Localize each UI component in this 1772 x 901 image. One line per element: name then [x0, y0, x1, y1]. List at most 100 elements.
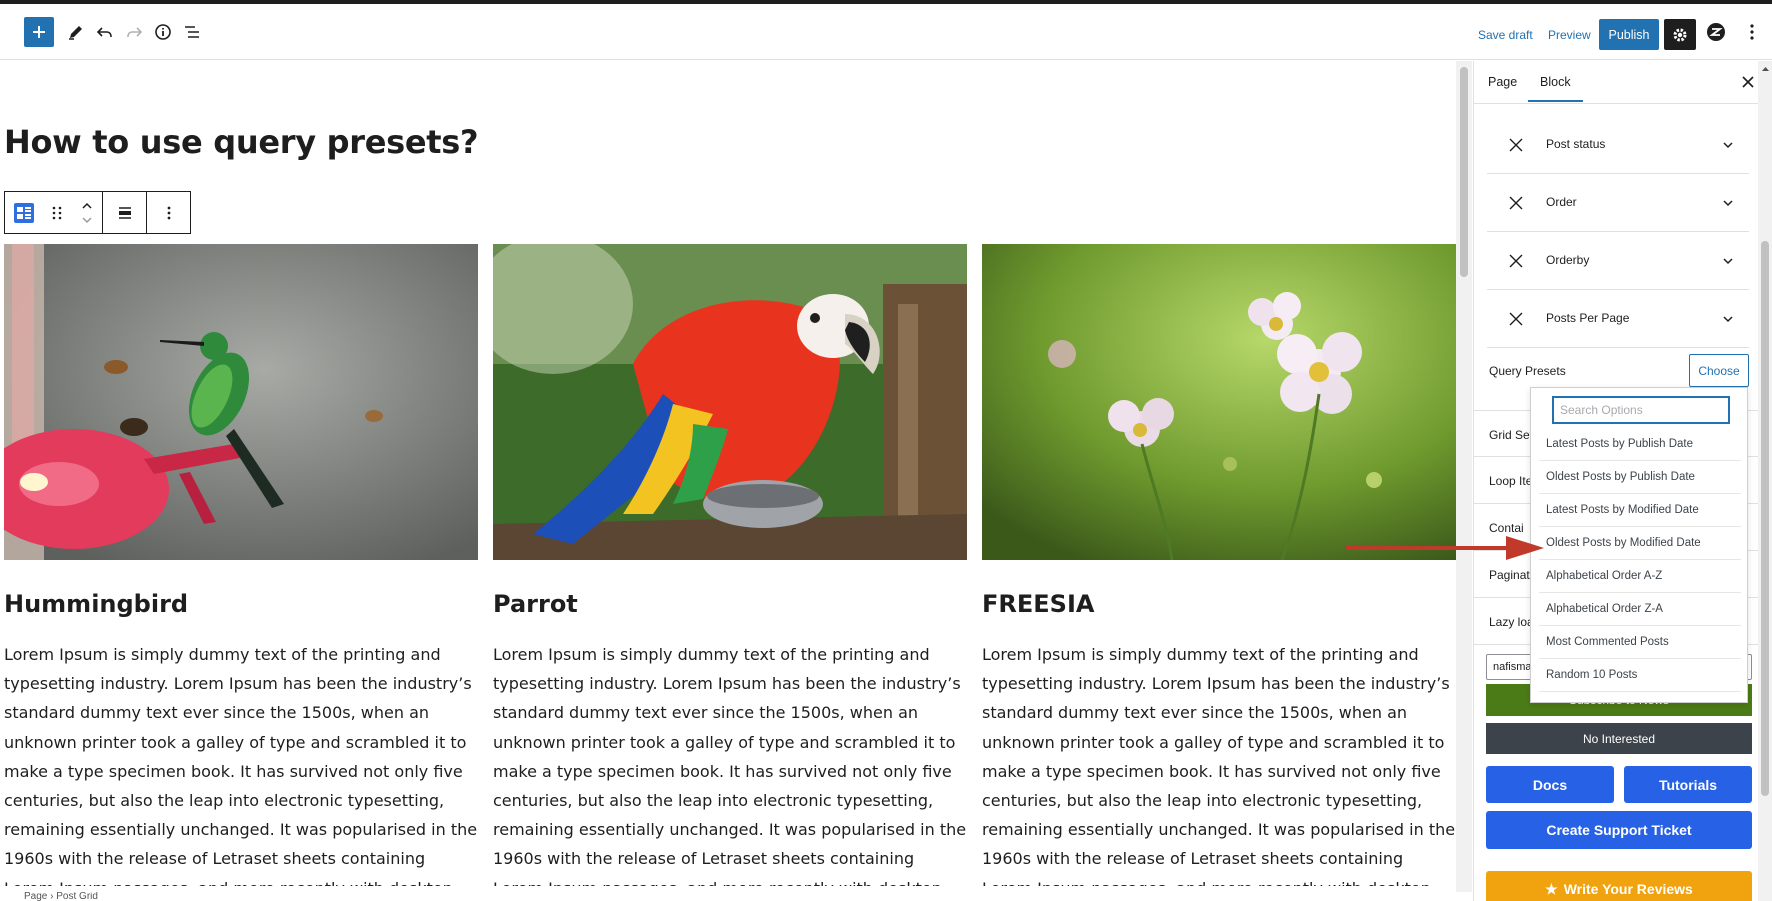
chevron-down-icon: [1723, 258, 1733, 265]
list-view-icon: [185, 26, 199, 38]
sidebar-tabs: Page Block: [1474, 61, 1772, 104]
panel-title: Loop Ite: [1489, 474, 1533, 488]
remove-icon[interactable]: [1507, 194, 1525, 212]
sidebar-scrollbar-thumb[interactable]: [1761, 241, 1769, 796]
hummingbird-image[interactable]: [4, 244, 478, 560]
choose-preset-button[interactable]: Choose: [1689, 354, 1749, 387]
editor-canvas: How to use query presets? Hummingbird Lo…: [0, 61, 1456, 892]
remove-icon[interactable]: [1507, 136, 1525, 154]
breadcrumb-item[interactable]: Post Grid: [56, 892, 98, 901]
docs-button[interactable]: Docs: [1486, 766, 1614, 803]
query-param-label: Orderby: [1546, 253, 1590, 267]
move-up-down-buttons[interactable]: [81, 201, 93, 225]
plus-icon: [33, 26, 45, 38]
redo-button[interactable]: [118, 16, 150, 48]
options-menu-button[interactable]: [1736, 16, 1768, 48]
align-wide-icon: [118, 206, 131, 219]
preview-button[interactable]: Preview: [1548, 28, 1591, 42]
edit-tool-button[interactable]: [60, 16, 92, 48]
query-param-label: Order: [1546, 195, 1577, 209]
preset-option[interactable]: Alphabetical Order A-Z: [1539, 560, 1741, 593]
freesia-image[interactable]: [982, 244, 1456, 560]
post-excerpt: Lorem Ipsum is simply dummy text of the …: [982, 645, 1456, 886]
add-block-button[interactable]: [24, 17, 54, 47]
page-title[interactable]: How to use query presets?: [4, 123, 479, 161]
block-options-button[interactable]: [147, 192, 190, 233]
post-title[interactable]: FREESIA: [982, 590, 1456, 618]
plugin-button[interactable]: [1700, 16, 1732, 48]
chevron-down-icon: [1723, 316, 1733, 323]
block-type-controls: [5, 192, 103, 233]
annotation-arrow-icon: [1346, 536, 1544, 560]
star-icon: ★: [1545, 880, 1558, 897]
post-card: Hummingbird Lorem Ipsum is simply dummy …: [4, 244, 478, 886]
preset-option[interactable]: Oldest Posts by Modified Date: [1539, 527, 1741, 560]
scroll-up-arrow-icon[interactable]: [1758, 63, 1772, 75]
remove-icon[interactable]: [1507, 252, 1525, 270]
query-param-row[interactable]: Posts Per Page: [1487, 290, 1749, 348]
close-icon: [1742, 76, 1754, 88]
save-draft-button[interactable]: Save draft: [1478, 28, 1533, 42]
info-icon: [155, 24, 171, 40]
query-presets-label: Query Presets: [1489, 364, 1566, 378]
close-sidebar-button[interactable]: [1736, 70, 1760, 94]
no-interest-button[interactable]: No Interested: [1486, 723, 1752, 754]
publish-button[interactable]: Publish: [1599, 19, 1659, 50]
search-options-input[interactable]: [1552, 396, 1730, 424]
post-excerpt: Lorem Ipsum is simply dummy text of the …: [4, 645, 478, 886]
tutorials-button[interactable]: Tutorials: [1624, 766, 1752, 803]
query-presets-dropdown: Latest Posts by Publish Date Oldest Post…: [1530, 387, 1748, 703]
create-support-ticket-button[interactable]: Create Support Ticket: [1486, 811, 1752, 849]
list-view-button[interactable]: [176, 16, 208, 48]
post-card: FREESIA Lorem Ipsum is simply dummy text…: [982, 244, 1456, 886]
query-param-row[interactable]: Orderby: [1487, 232, 1749, 290]
preset-option[interactable]: Latest Posts by Modified Date: [1539, 494, 1741, 527]
preset-option[interactable]: Most Commented Posts: [1539, 626, 1741, 659]
chevron-down-icon: [1723, 142, 1733, 149]
breadcrumb: Page › Post Grid: [0, 892, 1456, 901]
post-grid-block-button[interactable]: [14, 202, 35, 223]
grid-block-icon: [14, 202, 35, 223]
more-vertical-icon: [167, 206, 170, 219]
post-title[interactable]: Hummingbird: [4, 590, 478, 618]
plugin-logo-icon: [1707, 23, 1725, 41]
canvas-scrollbar-thumb[interactable]: [1460, 67, 1468, 277]
editor-toolbar: Save draft Preview Publish: [0, 4, 1772, 60]
panel-title: Grid Set: [1489, 428, 1534, 442]
query-param-label: Posts Per Page: [1546, 311, 1630, 325]
panel-title: Paginati: [1489, 568, 1533, 582]
query-param-row[interactable]: Post status: [1487, 116, 1749, 174]
chevron-up-down-icon: [82, 202, 92, 223]
align-button[interactable]: [103, 192, 147, 233]
undo-icon: [96, 27, 112, 37]
post-excerpt: Lorem Ipsum is simply dummy text of the …: [493, 645, 967, 886]
preset-option[interactable]: Alphabetical Order Z-A: [1539, 593, 1741, 626]
preset-option[interactable]: Latest Posts by Publish Date: [1539, 428, 1741, 461]
details-button[interactable]: [147, 16, 179, 48]
post-card: Parrot Lorem Ipsum is simply dummy text …: [493, 244, 967, 886]
parrot-picture: [493, 244, 967, 560]
tab-page[interactable]: Page: [1488, 75, 1517, 89]
more-vertical-icon: [1750, 24, 1754, 40]
preset-option[interactable]: Random 10 Posts: [1539, 659, 1741, 692]
panel-title: Lazy loa: [1489, 615, 1534, 629]
gear-icon: [1673, 28, 1687, 41]
settings-button[interactable]: [1664, 19, 1696, 50]
freesia-picture: [982, 244, 1456, 560]
breadcrumb-item[interactable]: Page: [24, 892, 47, 901]
parrot-image[interactable]: [493, 244, 967, 560]
drag-handle[interactable]: [52, 206, 62, 220]
sidebar-scrollbar[interactable]: [1758, 61, 1772, 901]
redo-icon: [127, 27, 143, 37]
query-param-label: Post status: [1546, 137, 1606, 151]
remove-icon[interactable]: [1507, 310, 1525, 328]
block-toolbar: [4, 191, 191, 234]
canvas-scrollbar[interactable]: [1456, 61, 1472, 892]
post-title[interactable]: Parrot: [493, 590, 967, 618]
undo-button[interactable]: [89, 16, 121, 48]
preset-option[interactable]: Oldest Posts by Publish Date: [1539, 461, 1741, 494]
drag-icon: [53, 206, 62, 219]
query-param-row[interactable]: Order: [1487, 174, 1749, 232]
tab-block[interactable]: Block: [1528, 75, 1583, 102]
write-review-button[interactable]: ★ Write Your Reviews: [1486, 871, 1752, 901]
